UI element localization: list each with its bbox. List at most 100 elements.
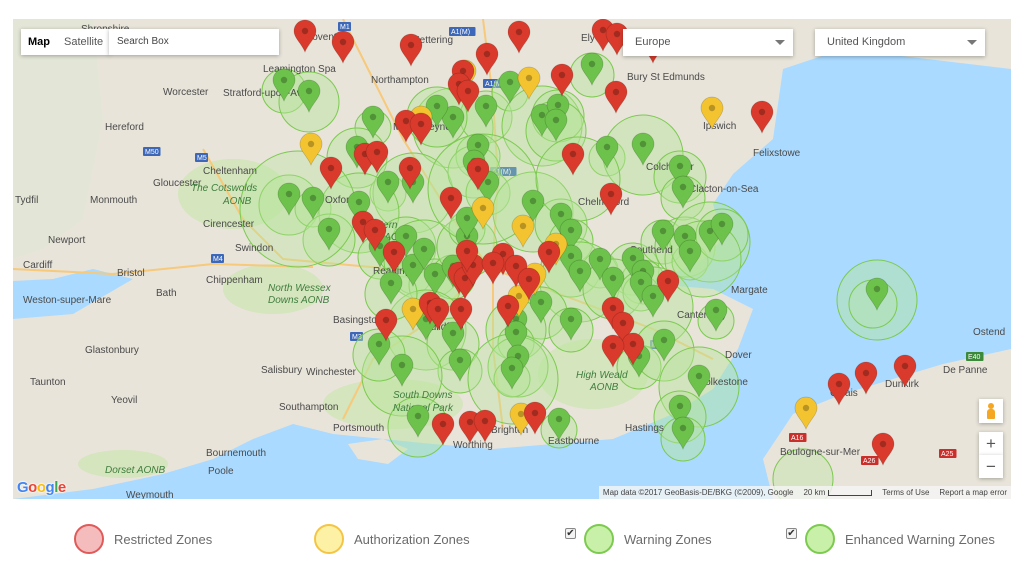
- chevron-down-icon: [967, 40, 977, 45]
- area-label: AONB: [222, 196, 252, 207]
- pin-dot: [557, 210, 565, 218]
- place-label: Worcester: [163, 87, 209, 98]
- terms-link[interactable]: Terms of Use: [882, 486, 929, 499]
- google-logo: Google: [17, 479, 66, 496]
- place-label: Hastings: [625, 423, 664, 434]
- report-error-link[interactable]: Report a map error: [939, 486, 1007, 499]
- pin-dot: [449, 329, 457, 337]
- pin-dot: [433, 102, 441, 110]
- pin-dot: [758, 108, 766, 116]
- map-view[interactable]: M1A1(M)A1(M)M50M5A1(M)M4M3M20A16A26A25E4…: [13, 19, 1011, 499]
- pin-dot: [537, 298, 545, 306]
- place-label: Weymouth: [126, 490, 174, 499]
- pin-dot: [519, 222, 527, 230]
- pin-dot: [802, 404, 810, 412]
- road-shield: M4: [213, 256, 223, 263]
- legend-label: Restricted Zones: [114, 531, 213, 547]
- map-scale: 20 km: [803, 486, 873, 499]
- place-label: Bournemouth: [206, 448, 266, 459]
- enhanced-warning-zone-swatch: [805, 524, 835, 554]
- pin-dot: [482, 102, 490, 110]
- place-label: Northampton: [371, 75, 429, 86]
- pin-dot: [835, 380, 843, 388]
- pin-dot: [596, 255, 604, 263]
- pin-dot: [280, 76, 288, 84]
- place-label: Margate: [731, 285, 768, 296]
- pin-dot: [525, 275, 533, 283]
- scale-bar: [828, 489, 873, 496]
- street-view-pegman-button[interactable]: [979, 399, 1003, 423]
- pin-dot: [569, 150, 577, 158]
- place-label: Newport: [48, 235, 85, 246]
- country-select-value: United Kingdom: [827, 36, 906, 48]
- area-label: AONB: [589, 382, 619, 393]
- map-type-satellite-button[interactable]: Satellite: [57, 29, 110, 55]
- pin-dot: [603, 143, 611, 151]
- pin-dot: [664, 277, 672, 285]
- pin-dot: [384, 178, 392, 186]
- area-label: South Downs: [393, 390, 452, 401]
- pin-dot: [901, 362, 909, 370]
- pin-dot: [607, 190, 615, 198]
- zoom-out-button[interactable]: −: [979, 455, 1003, 478]
- pin-dot: [619, 319, 627, 327]
- legend-label: Enhanced Warning Zones: [845, 531, 995, 547]
- area-label: Dorset AONB: [105, 465, 166, 476]
- pin-dot: [637, 278, 645, 286]
- pin-dot: [515, 28, 523, 36]
- pin-dot: [515, 292, 523, 300]
- pin-dot: [382, 316, 390, 324]
- pin-dot: [508, 364, 516, 372]
- pin-dot: [474, 165, 482, 173]
- pin-dot: [371, 226, 379, 234]
- pin-dot: [474, 141, 482, 149]
- place-label: Cirencester: [203, 219, 255, 230]
- country-select[interactable]: United Kingdom: [815, 29, 985, 56]
- map-canvas[interactable]: M1A1(M)A1(M)M50M5A1(M)M4M3M20A16A26A25E4…: [13, 19, 1011, 499]
- pin-dot: [567, 226, 575, 234]
- warning-zones-checkbox[interactable]: ✔: [565, 528, 576, 539]
- zoom-in-button[interactable]: +: [979, 432, 1003, 455]
- pin-dot: [609, 304, 617, 312]
- pin-dot: [718, 220, 726, 228]
- place-label: Leamington Spa: [263, 64, 336, 75]
- pin-dot: [479, 204, 487, 212]
- place-label: Dover: [725, 350, 752, 361]
- pin-dot: [417, 120, 425, 128]
- place-label: Swindon: [235, 243, 273, 254]
- pin-dot: [484, 178, 492, 186]
- authorization-zone-swatch: [314, 524, 344, 554]
- pin-dot: [552, 116, 560, 124]
- place-label: Winchester: [306, 367, 357, 378]
- pin-dot: [649, 292, 657, 300]
- map-type-map-button[interactable]: Map: [21, 29, 57, 55]
- place-label: Ely: [581, 33, 595, 44]
- pin-dot: [407, 41, 415, 49]
- pin-dot: [339, 38, 347, 46]
- pin-dot: [879, 440, 887, 448]
- pin-dot: [301, 27, 309, 35]
- road-shield: E40: [968, 354, 981, 361]
- pin-dot: [463, 214, 471, 222]
- pin-dot: [612, 88, 620, 96]
- search-input[interactable]: Search Box: [109, 29, 279, 55]
- place-label: Clacton-on-Sea: [689, 184, 759, 195]
- pin-dot: [576, 267, 584, 275]
- region-select-value: Europe: [635, 36, 671, 48]
- pin-dot: [398, 361, 406, 369]
- pin-dot: [613, 30, 621, 38]
- pin-dot: [681, 232, 689, 240]
- pin-dot: [325, 225, 333, 233]
- road-shield: M5: [197, 155, 207, 162]
- place-label: Portsmouth: [333, 423, 384, 434]
- enhanced-warning-zones-checkbox[interactable]: ✔: [786, 528, 797, 539]
- pin-dot: [525, 74, 533, 82]
- pin-dot: [489, 259, 497, 267]
- place-label: Southampton: [279, 402, 339, 413]
- pin-dot: [712, 306, 720, 314]
- restricted-zone-swatch: [74, 524, 104, 554]
- pin-dot: [373, 148, 381, 156]
- place-label: Eastbourne: [548, 436, 600, 447]
- place-label: Cheltenham: [203, 166, 257, 177]
- region-select[interactable]: Europe: [623, 29, 793, 56]
